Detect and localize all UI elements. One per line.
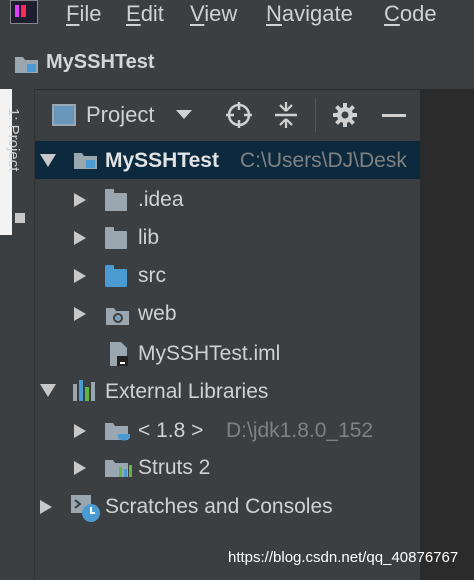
expand-arrow-icon[interactable] — [74, 424, 86, 438]
tree-root-name[interactable]: MySSHTest — [105, 147, 219, 175]
tree-item-src[interactable]: src — [138, 262, 166, 290]
tree-item-external-libraries[interactable]: External Libraries — [105, 378, 268, 406]
library-folder-icon — [104, 455, 134, 481]
locate-icon[interactable] — [224, 100, 254, 130]
jdk-folder-icon — [104, 418, 134, 444]
intellij-app-icon[interactable] — [10, 0, 38, 24]
libraries-icon — [71, 378, 97, 402]
module-folder-icon — [73, 148, 99, 170]
breadcrumb-project[interactable]: MySSHTest — [46, 48, 155, 76]
tree-item-jdk-path: D:\jdk1.8.0_152 — [226, 419, 374, 442]
menu-edit[interactable]: Edit — [126, 0, 164, 28]
expand-arrow-icon[interactable] — [74, 231, 86, 245]
tree-item-web[interactable]: web — [138, 300, 177, 328]
chevron-down-icon[interactable] — [176, 110, 192, 119]
expand-arrow-icon[interactable] — [40, 154, 56, 167]
project-view-selector[interactable]: Project — [86, 101, 154, 129]
gear-icon[interactable] — [332, 102, 358, 128]
scratches-icon — [70, 494, 102, 524]
web-folder-icon — [105, 303, 131, 327]
minimize-icon[interactable] — [382, 114, 406, 117]
watermark-text: https://blog.csdn.net/qq_40876767 — [228, 549, 459, 566]
tree-item-struts[interactable]: Struts 2 — [138, 454, 210, 482]
stripe-square-icon — [15, 213, 25, 223]
source-folder-icon — [105, 265, 127, 287]
editor-area[interactable] — [420, 89, 474, 580]
collapse-all-icon[interactable] — [272, 100, 300, 130]
project-tool-button[interactable]: 1: Project — [2, 108, 22, 208]
expand-arrow-icon[interactable] — [74, 461, 86, 475]
folder-icon — [105, 227, 127, 249]
tree-item-idea[interactable]: .idea — [138, 186, 184, 214]
project-view-icon — [52, 104, 76, 126]
tree-item-lib[interactable]: lib — [138, 224, 159, 252]
expand-arrow-icon[interactable] — [40, 500, 52, 514]
menu-code[interactable]: Code — [384, 0, 437, 28]
tree-root-path: C:\Users\DJ\Desk — [240, 149, 407, 172]
expand-arrow-icon[interactable] — [74, 269, 86, 283]
menu-file[interactable]: File — [66, 0, 101, 28]
tree-item-jdk[interactable]: < 1.8 > — [138, 417, 203, 445]
expand-arrow-icon[interactable] — [40, 384, 56, 397]
menu-view[interactable]: View — [190, 0, 237, 28]
project-folder-icon — [14, 52, 40, 74]
tree-item-iml[interactable]: MySSHTest.iml — [138, 340, 280, 368]
folder-icon — [105, 189, 127, 211]
toolbar-separator — [315, 98, 316, 132]
menu-navigate[interactable]: Navigate — [266, 0, 353, 28]
iml-file-icon — [108, 340, 130, 368]
expand-arrow-icon[interactable] — [74, 193, 86, 207]
expand-arrow-icon[interactable] — [74, 307, 86, 321]
tree-item-scratches[interactable]: Scratches and Consoles — [105, 493, 333, 521]
